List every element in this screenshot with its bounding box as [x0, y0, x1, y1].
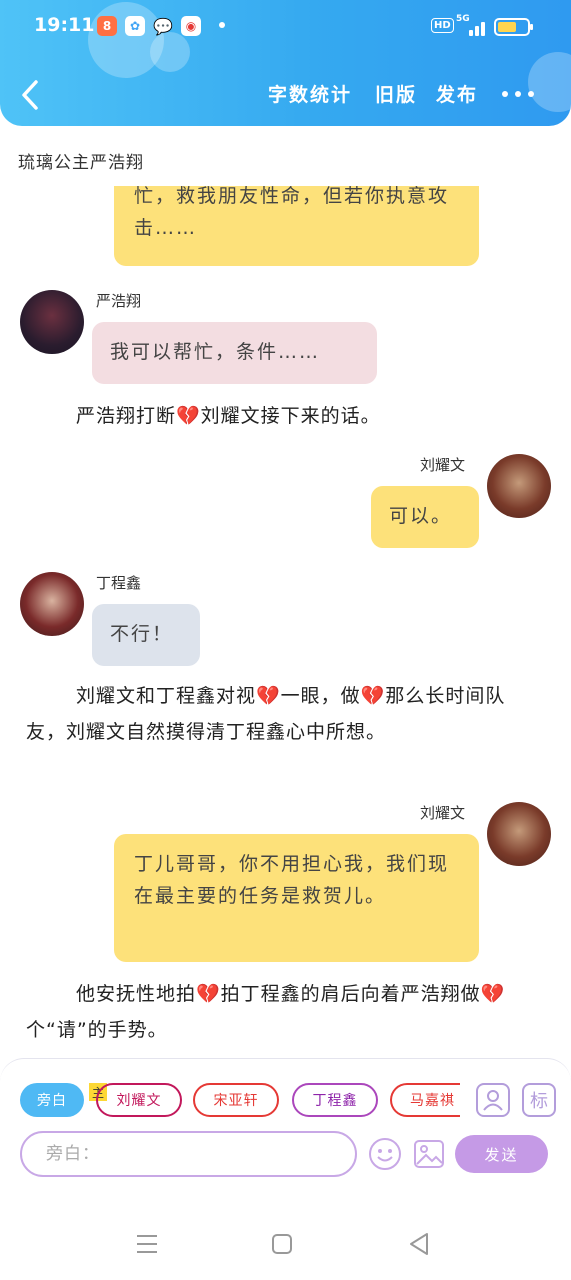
narration-text: 刘耀文和丁程鑫对视💔一眼，做💔那么长时间队友，刘耀文自然摸得清丁程鑫心中所想。 [26, 685, 506, 743]
role-chip-songyaxuan[interactable]: 宋亚轩 [193, 1083, 279, 1117]
more-notifications-dot [219, 22, 225, 28]
narration-text: 他安抚性地拍💔拍丁程鑫的肩后向着严浩翔做💔个“请”的手势。 [26, 983, 506, 1041]
speaker-name: 丁程鑫 [96, 574, 142, 592]
more-icon[interactable] [502, 84, 536, 104]
message-bubble[interactable]: 我可以帮忙，条件…… [92, 322, 377, 384]
home-icon[interactable] [272, 1234, 292, 1254]
avatar[interactable] [20, 572, 84, 636]
status-time: 19:11 [34, 14, 95, 36]
back-triangle-icon[interactable] [408, 1232, 430, 1256]
image-icon[interactable] [412, 1137, 446, 1171]
weibo-icon: ◉ [181, 16, 201, 36]
send-button[interactable]: 发送 [455, 1135, 548, 1173]
message-bubble[interactable]: 不行！ [92, 604, 200, 666]
role-chip-liuyaowen[interactable]: 刘耀文 [96, 1083, 182, 1117]
system-nav-bar [0, 1210, 571, 1280]
app-notification-icon: ✿ [125, 16, 145, 36]
speaker-name: 严浩翔 [96, 292, 142, 310]
tag-button[interactable]: 标 [522, 1083, 556, 1117]
wechat-icon: 💬 [153, 16, 173, 36]
avatar[interactable] [487, 802, 551, 866]
old-version-button[interactable]: 旧版 [375, 80, 417, 107]
menu-icon[interactable] [136, 1234, 158, 1254]
signal-icon [463, 18, 489, 36]
word-count-button[interactable]: 字数统计 [268, 80, 352, 107]
battery-icon [494, 18, 533, 36]
status-bar: 19:11 8 ✿ 💬 ◉ HD 5G [0, 8, 571, 44]
story-title: 琉璃公主严浩翔 [18, 153, 144, 173]
role-chip-majiaqi[interactable]: 马嘉祺 [390, 1083, 460, 1117]
role-chip-dingchengxin[interactable]: 丁程鑫 [292, 1083, 378, 1117]
narration-text: 严浩翔打断💔刘耀文接下来的话。 [76, 405, 381, 427]
hd-icon: HD [431, 18, 454, 33]
app-notification-icon: 8 [97, 16, 117, 36]
message-text: 不行！ [110, 623, 174, 645]
avatar[interactable] [487, 454, 551, 518]
top-header: 19:11 8 ✿ 💬 ◉ HD 5G 字数统计 旧版 发布 [0, 0, 571, 126]
avatar[interactable] [20, 290, 84, 354]
message-text: 可以。 [389, 505, 453, 527]
emoji-icon[interactable] [368, 1137, 402, 1171]
person-icon[interactable] [476, 1083, 510, 1117]
role-chip-narrator[interactable]: 旁白 [20, 1083, 84, 1117]
message-text: 忙，救我朋友性命，但若你执意攻击…… [134, 186, 450, 239]
back-chevron-icon[interactable] [18, 78, 48, 112]
message-text: 丁儿哥哥，你不用担心我，我们现在最主要的任务是救贺儿。 [134, 853, 450, 907]
speaker-name: 刘耀文 [420, 804, 466, 822]
message-bubble[interactable]: 可以。 [371, 486, 479, 548]
speaker-name: 刘耀文 [420, 456, 466, 474]
message-bubble[interactable]: 忙，救我朋友性命，但若你执意攻击…… [114, 186, 479, 266]
message-text: 我可以帮忙，条件…… [110, 341, 321, 363]
message-bubble[interactable]: 丁儿哥哥，你不用担心我，我们现在最主要的任务是救贺儿。 [114, 834, 479, 962]
message-input[interactable]: 旁白： [20, 1131, 357, 1177]
publish-button[interactable]: 发布 [436, 80, 478, 107]
